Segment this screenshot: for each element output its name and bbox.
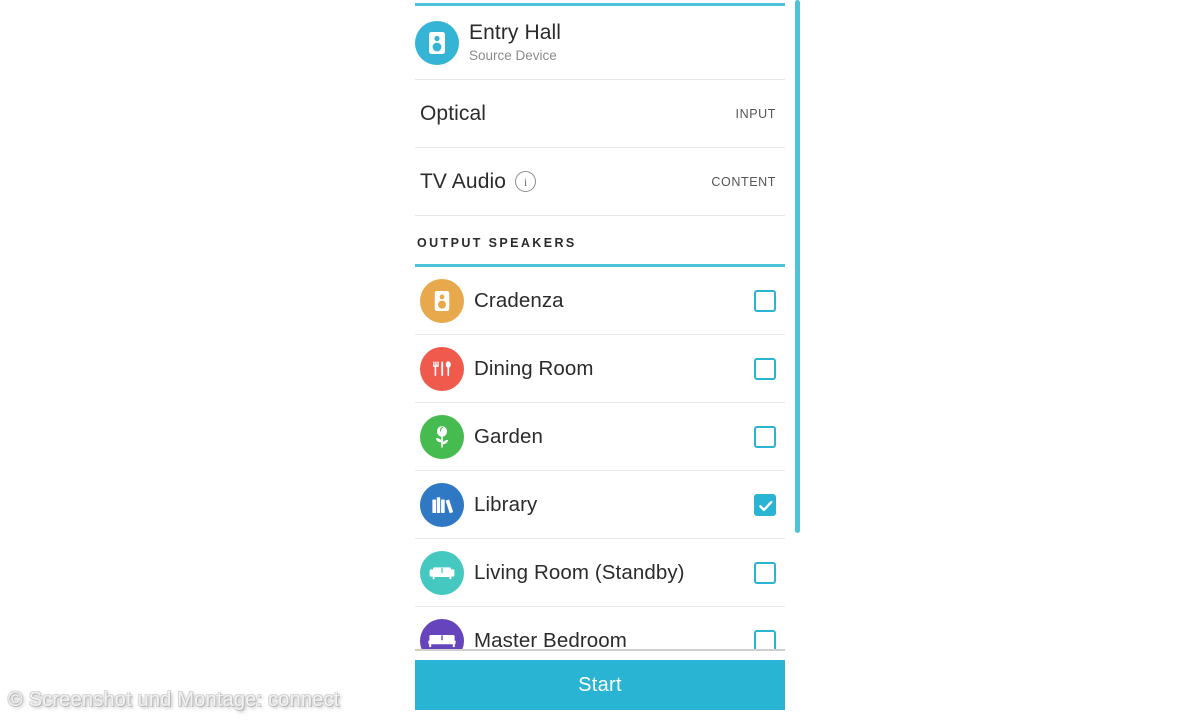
flower-icon (420, 414, 464, 459)
start-button[interactable]: Start (415, 660, 785, 710)
row-tv-audio[interactable]: TV Audio CONTENT (415, 148, 785, 216)
speaker-list: Cradenza Dining Room Garden Library Livi… (415, 267, 785, 675)
source-device-name: Entry Hall (469, 20, 562, 44)
list-item[interactable]: Cradenza (415, 267, 785, 335)
app-panel: Entry Hall Source Device Optical INPUT T… (415, 0, 785, 720)
row-tv-audio-left: TV Audio (420, 169, 537, 194)
row-tv-audio-tag: CONTENT (711, 174, 776, 189)
info-circle-icon[interactable] (515, 171, 537, 192)
speaker-name: Cradenza (474, 288, 564, 312)
speaker-checkbox[interactable] (754, 493, 776, 516)
list-item[interactable]: Dining Room (415, 335, 785, 403)
speaker-checkbox[interactable] (754, 561, 776, 584)
speaker-name: Garden (474, 424, 543, 448)
watermark-credit: © Screenshot und Montage: connect (8, 689, 340, 711)
scrollbar-thumb[interactable] (795, 0, 800, 533)
list-item[interactable]: Living Room (Standby) (415, 539, 785, 607)
speaker-icon (420, 278, 464, 323)
source-device-subtitle: Source Device (469, 47, 557, 63)
source-device-row[interactable]: Entry Hall Source Device (415, 6, 785, 80)
row-optical-tag: INPUT (735, 106, 776, 121)
sofa-icon (420, 550, 464, 595)
output-speakers-heading: OUTPUT SPEAKERS (417, 236, 577, 250)
speaker-checkbox[interactable] (754, 425, 776, 448)
list-item[interactable]: Garden (415, 403, 785, 471)
cutlery-icon (420, 346, 464, 391)
row-tv-audio-label: TV Audio (420, 169, 507, 193)
speaker-name: Living Room (Standby) (474, 560, 685, 584)
row-optical-label: Optical (420, 101, 487, 125)
speaker-name: Library (474, 492, 538, 516)
row-optical-left: Optical (420, 102, 486, 126)
row-optical[interactable]: Optical INPUT (415, 80, 785, 148)
speaker-icon (415, 20, 459, 65)
speaker-checkbox[interactable] (754, 289, 776, 312)
books-icon (420, 482, 464, 527)
bottom-action-bar: Start (415, 649, 785, 720)
source-device-texts: Entry Hall Source Device (469, 21, 561, 65)
speaker-checkbox[interactable] (754, 357, 776, 380)
speaker-name: Dining Room (474, 356, 594, 380)
list-item[interactable]: Library (415, 471, 785, 539)
